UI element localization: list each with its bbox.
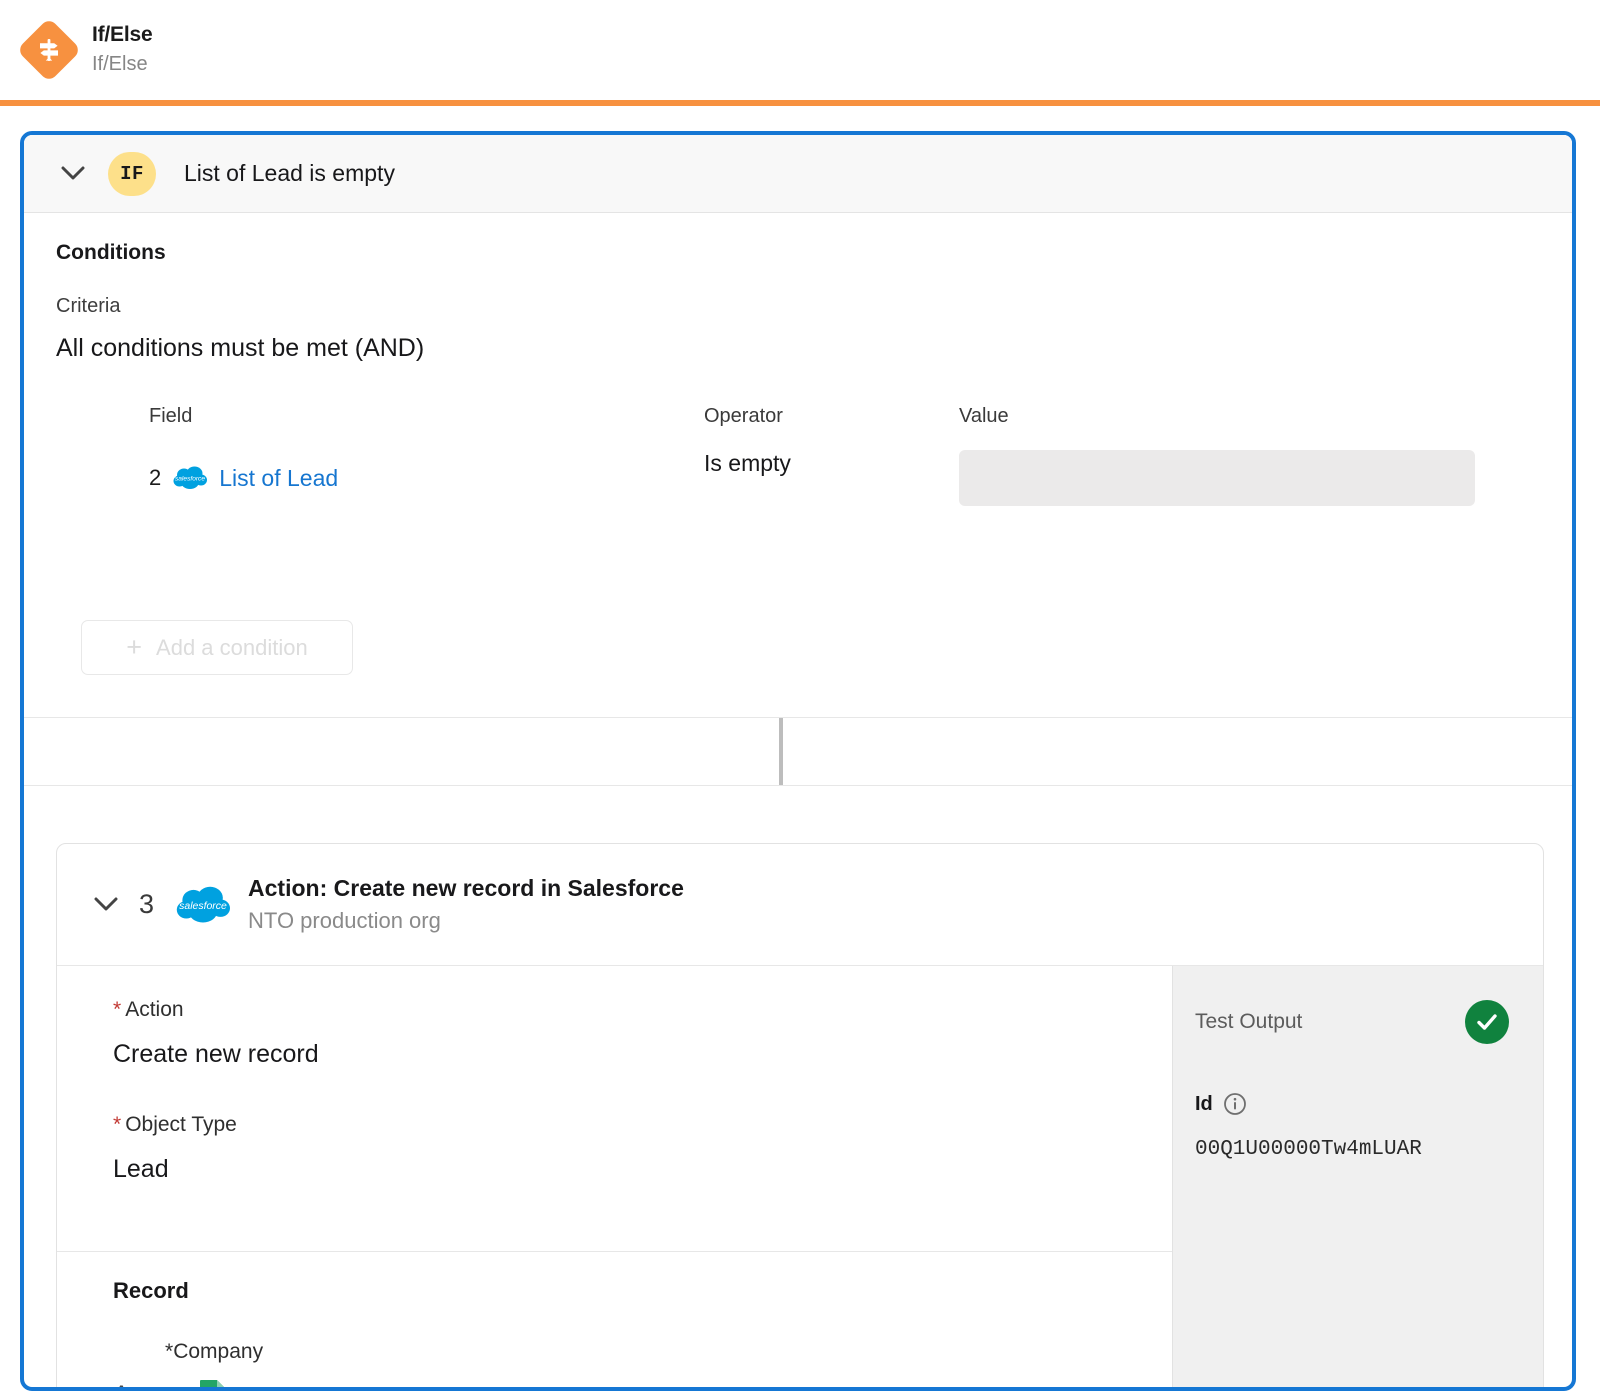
action-step-titles: Action: Create new record in Salesforce …: [248, 875, 684, 934]
svg-text:salesforce: salesforce: [179, 900, 227, 911]
action-step-header[interactable]: 3 salesforce Action: Create new record i…: [57, 844, 1543, 966]
test-output-header: Test Output: [1195, 1000, 1509, 1044]
svg-text:salesforce: salesforce: [175, 475, 205, 482]
plus-icon: +: [126, 634, 142, 661]
condition-index: 2: [149, 465, 161, 491]
column-header-operator: Operator: [704, 405, 959, 428]
action-field-label: *Action: [113, 998, 1172, 1022]
conditions-section: Conditions Criteria All conditions must …: [24, 213, 1572, 718]
app-header-icon: [18, 19, 80, 81]
header-divider: [0, 100, 1600, 106]
criteria-value[interactable]: All conditions must be met (AND): [56, 334, 1540, 363]
condition-operator[interactable]: Is empty: [704, 450, 959, 506]
check-circle-icon: [1465, 1000, 1509, 1044]
action-field-label-text: Action: [125, 998, 183, 1021]
criteria-label: Criteria: [56, 295, 1540, 318]
signpost-icon: [16, 17, 81, 82]
add-condition-label: Add a condition: [156, 635, 308, 661]
if-badge: IF: [108, 152, 156, 196]
svg-text:A: A: [113, 1381, 130, 1391]
google-sheets-icon: [198, 1378, 228, 1391]
object-type-label-text: Object Type: [125, 1113, 237, 1136]
action-step-body: *Action Create new record *Object Type L…: [57, 966, 1543, 1391]
page-subtitle: If/Else: [92, 51, 152, 78]
object-type-field-value[interactable]: Lead: [113, 1155, 1172, 1184]
required-asterisk: *: [113, 1113, 121, 1136]
action-step-subtitle: NTO production org: [248, 908, 684, 934]
page-title: If/Else: [92, 22, 152, 48]
app-header-texts: If/Else If/Else: [92, 22, 152, 77]
test-output-panel: Test Output Id: [1172, 966, 1543, 1391]
test-output-id-row: Id: [1195, 1092, 1509, 1116]
test-output-id-label: Id: [1195, 1093, 1213, 1116]
action-fields-column: *Action Create new record *Object Type L…: [57, 966, 1172, 1391]
salesforce-cloud-icon: salesforce: [173, 465, 207, 491]
condition-field-cell: 2 salesforce List of Lead: [149, 450, 704, 506]
action-fieldset: *Action Create new record *Object Type L…: [57, 966, 1172, 1252]
action-step-title: Action: Create new record in Salesforce: [248, 875, 684, 902]
test-output-title: Test Output: [1195, 1010, 1302, 1034]
object-type-field-label: *Object Type: [113, 1113, 1172, 1137]
company-value-link[interactable]: Row > Company: [244, 1383, 415, 1391]
info-icon[interactable]: [1223, 1092, 1247, 1116]
required-asterisk: *: [113, 998, 121, 1021]
column-header-value: Value: [959, 405, 1475, 428]
add-condition-button[interactable]: + Add a condition: [81, 620, 353, 675]
branch-connector-line: [779, 718, 783, 785]
action-field-value[interactable]: Create new record: [113, 1040, 1172, 1069]
if-condition-title: List of Lead is empty: [184, 160, 395, 187]
conditions-heading: Conditions: [56, 241, 1540, 265]
if-else-step-card: IF List of Lead is empty Conditions Crit…: [20, 131, 1576, 1391]
company-field-row: A a 1: [113, 1378, 1172, 1391]
chevron-down-icon[interactable]: [56, 157, 90, 191]
record-section: Record *Company A a 1: [57, 1252, 1172, 1391]
required-asterisk: *: [165, 1340, 173, 1363]
chevron-down-icon[interactable]: [89, 888, 123, 922]
salesforce-cloud-icon: salesforce: [176, 884, 230, 926]
if-condition-header[interactable]: IF List of Lead is empty: [24, 135, 1572, 213]
conditions-grid: Field Operator Value 2 salesforce: [56, 405, 1540, 506]
condition-value-input[interactable]: [959, 450, 1475, 506]
app-header: If/Else If/Else: [0, 0, 1600, 100]
action-step-index: 3: [139, 889, 154, 920]
text-type-icon: A a: [113, 1379, 153, 1391]
company-field-label: *Company: [165, 1340, 1172, 1364]
company-value-index: 1: [171, 1383, 184, 1391]
column-header-field: Field: [149, 405, 704, 428]
test-output-id-value: 00Q1U00000Tw4mLUAR: [1195, 1138, 1509, 1161]
record-heading: Record: [113, 1278, 1172, 1304]
company-label-text: Company: [173, 1340, 263, 1363]
condition-field-link[interactable]: List of Lead: [219, 465, 338, 492]
branch-connector-zone: [24, 718, 1572, 786]
action-step-card: 3 salesforce Action: Create new record i…: [56, 843, 1544, 1391]
